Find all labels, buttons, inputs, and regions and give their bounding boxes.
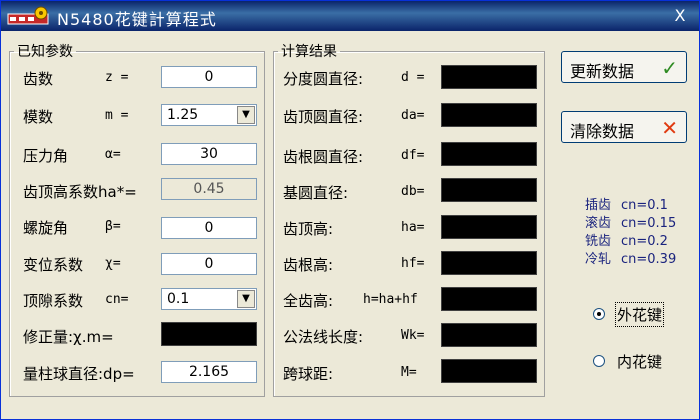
shift-coef-symbol: χ= [105,256,121,271]
pitch-dia-output [441,65,537,89]
correction-label: 修正量:χ.m= [23,328,114,346]
clearance-coef-label: 顶隙系数 [23,292,84,310]
addendum-coef-input: 0.45 [161,178,257,200]
helix-angle-input[interactable]: 0 [161,217,257,239]
clearance-ref-method: 冷轧 [585,252,612,267]
base-dia-output [441,178,537,202]
teeth-count-input[interactable]: 0 [161,66,257,88]
span-length-label: 公法线长度: [283,328,364,346]
chevron-down-icon[interactable]: ▼ [237,290,255,308]
base-dia-label: 基圆直径: [283,184,349,202]
helix-angle-symbol: β= [105,219,121,234]
span-length-output [441,323,537,347]
pin-diameter-label: 量柱球直径:dp= [23,365,135,383]
teeth-count-symbol: z = [105,70,129,85]
root-dia-symbol: df= [401,148,425,163]
radio-external-spline[interactable]: 外花键 [593,302,683,327]
root-dia-output [441,142,537,166]
clearance-ref-value: cn=0.39 [621,252,677,267]
pressure-angle-label: 压力角 [23,147,69,165]
radio-unselected-icon[interactable] [593,355,605,367]
gear-app-icon [7,6,49,25]
over-pins-output [441,359,537,383]
results-legend: 计算结果 [281,44,337,60]
tip-dia-symbol: da= [401,108,425,123]
whole-depth-output [441,287,537,311]
title-bar[interactable]: N5480花键計算程式 X [1,1,699,31]
addendum-symbol: ha= [401,220,425,235]
clearance-ref-value: cn=0.2 [621,234,668,249]
pressure-angle-symbol: α= [105,147,121,162]
clearance-ref-row: 冷轧 cn=0.39 [585,248,676,267]
tip-dia-label: 齿顶圆直径: [283,108,364,126]
clearance-ref-value: cn=0.15 [621,216,677,231]
addendum-output [441,215,537,239]
clearance-ref-method: 铣齿 [585,234,612,249]
module-label: 模数 [23,108,54,126]
teeth-count-label: 齿数 [23,70,54,88]
dedendum-output [441,251,537,275]
clearance-ref-row: 滚齿 cn=0.15 [585,212,676,231]
module-select-value: 1.25 [167,107,199,123]
pressure-angle-input[interactable]: 30 [161,143,257,165]
check-icon: ✓ [661,56,678,80]
module-select[interactable]: 1.25 ▼ [161,104,257,126]
clear-data-label: 清除数据 [570,122,635,141]
radio-selected-icon[interactable] [593,308,605,320]
clearance-coef-select-value: 0.1 [167,291,190,307]
root-dia-label: 齿根圆直径: [283,148,364,166]
clearance-coef-symbol: cn= [105,292,129,307]
window-title: N5480花键計算程式 [57,10,217,29]
radio-external-label[interactable]: 外花键 [614,302,665,327]
span-length-symbol: Wk= [401,328,425,343]
clearance-ref-row: 铣齿 cn=0.2 [585,230,668,249]
correction-output [161,322,257,346]
known-params-legend: 已知参数 [17,44,73,60]
clearance-coef-select[interactable]: 0.1 ▼ [161,288,257,310]
update-data-button[interactable]: 更新数据 ✓ [561,51,687,83]
helix-angle-label: 螺旋角 [23,219,69,237]
dedendum-symbol: hf= [401,256,425,271]
update-data-label: 更新数据 [570,62,635,81]
over-pins-label: 跨球距: [283,365,334,383]
pitch-dia-label: 分度圆直径: [283,70,364,88]
base-dia-symbol: db= [401,184,425,199]
clearance-ref-row: 插齿 cn=0.1 [585,194,668,213]
clearance-ref-method: 插齿 [585,198,612,213]
shift-coef-label: 变位系数 [23,256,84,274]
pin-diameter-input[interactable]: 2.165 [161,361,257,383]
pitch-dia-symbol: d = [401,70,425,85]
close-button[interactable]: X [669,5,691,27]
whole-depth-symbol: h=ha+hf [363,292,418,307]
radio-internal-label[interactable]: 内花键 [617,351,662,372]
addendum-label: 齿顶高: [283,220,334,238]
addendum-coef-label: 齿顶高系数ha*= [23,183,137,201]
clearance-ref-method: 滚齿 [585,216,612,231]
over-pins-symbol: M= [401,365,417,380]
cross-icon: ✕ [661,116,678,140]
shift-coef-input[interactable]: 0 [161,253,257,275]
app-window: N5480花键計算程式 X 已知参数 齿数 z = 0 模数 m = 1.25 … [0,0,700,420]
whole-depth-label: 全齿高: [283,292,334,310]
dedendum-label: 齿根高: [283,256,334,274]
chevron-down-icon[interactable]: ▼ [237,106,255,124]
clearance-ref-value: cn=0.1 [621,198,668,213]
tip-dia-output [441,103,537,127]
clear-data-button[interactable]: 清除数据 ✕ [561,111,687,143]
module-symbol: m = [105,108,129,123]
radio-internal-spline[interactable]: 内花键 [593,351,683,373]
